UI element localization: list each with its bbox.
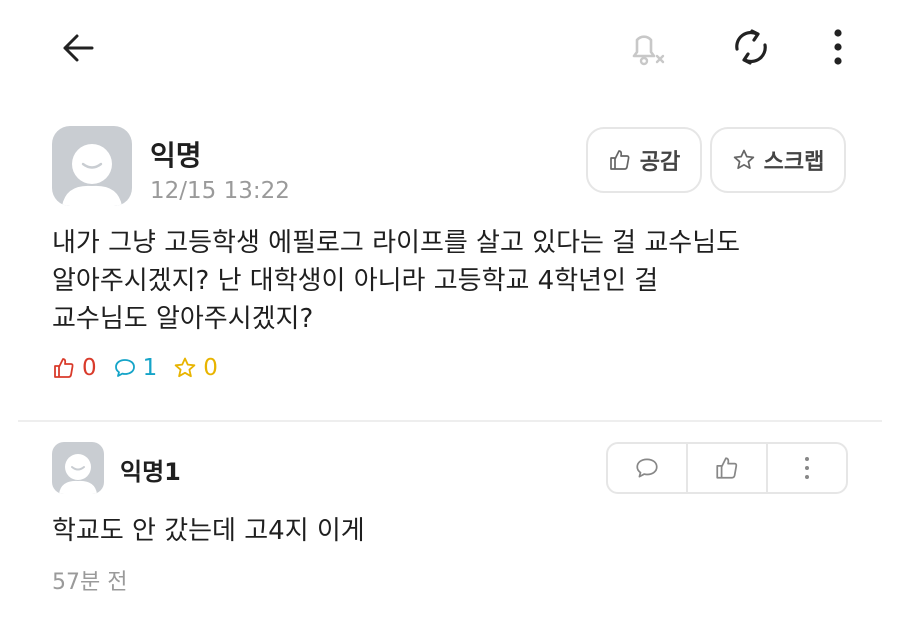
comment-text: 학교도 안 갔는데 고4지 이게	[52, 516, 365, 546]
post-body-line: 교수님도 알아주시겠지?	[52, 304, 314, 334]
comment-actions	[606, 442, 848, 494]
speech-bubble-icon	[636, 458, 658, 478]
like-count-value: 0	[82, 355, 97, 381]
comment-count-value: 1	[142, 355, 158, 381]
more-button[interactable]	[820, 22, 856, 72]
arrow-left-icon	[63, 34, 94, 62]
like-count: 0	[52, 355, 97, 381]
speech-bubble-icon	[114, 359, 135, 377]
post-body-line: 내가 그냥 고등학생 에필로그 라이프를 살고 있다는 걸 교수님도	[52, 228, 741, 258]
avatar	[52, 126, 132, 206]
comment-timestamp: 57분 전	[52, 570, 128, 595]
star-icon	[174, 357, 196, 378]
like-button-label: 공감	[639, 150, 681, 175]
anonymous-avatar-icon	[62, 144, 122, 206]
divider	[18, 420, 882, 422]
like-button[interactable]: 공감	[586, 127, 702, 193]
thumbs-up-icon	[716, 457, 738, 479]
post-timestamp: 12/15 13:22	[150, 178, 290, 204]
comment-count: 1	[113, 355, 158, 381]
refresh-button[interactable]	[724, 20, 778, 74]
post-author: 익명	[150, 139, 202, 172]
thumbs-up-icon	[609, 150, 630, 170]
comment-reply-button[interactable]	[608, 444, 686, 492]
scrap-button-label: 스크랩	[763, 150, 825, 175]
scrap-count: 0	[173, 355, 218, 381]
more-vertical-icon	[805, 457, 809, 479]
comment-author: 익명1	[120, 458, 181, 486]
post-body: 내가 그냥 고등학생 에필로그 라이프를 살고 있다는 걸 교수님도 알아주시겠…	[52, 224, 852, 338]
post-stats: 0 1 0	[52, 355, 218, 381]
scrap-count-value: 0	[203, 355, 218, 381]
more-vertical-icon	[834, 29, 842, 65]
notification-off-button[interactable]	[618, 18, 674, 74]
comment-more-button[interactable]	[766, 444, 846, 492]
thumbs-up-icon	[54, 358, 74, 378]
scrap-button[interactable]: 스크랩	[710, 127, 846, 193]
bell-off-icon	[632, 35, 665, 66]
comment-avatar	[52, 442, 104, 494]
star-icon	[733, 149, 754, 170]
refresh-icon	[735, 29, 767, 65]
post-body-line: 알아주시겠지? 난 대학생이 아니라 고등학교 4학년인 걸	[52, 266, 659, 296]
back-button[interactable]	[52, 22, 104, 74]
comment-like-button[interactable]	[686, 444, 766, 492]
anonymous-avatar-icon	[59, 454, 97, 494]
